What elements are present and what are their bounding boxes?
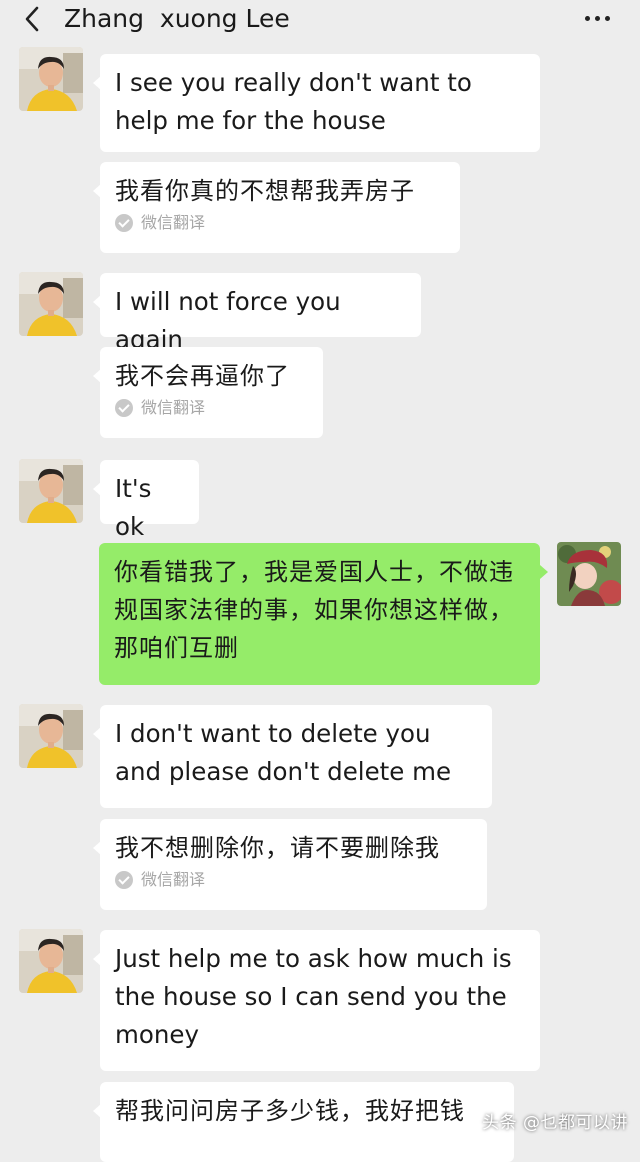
message-text: It's ok: [115, 474, 160, 541]
check-circle-icon: [115, 399, 133, 417]
message-bubble-incoming[interactable]: Just help me to ask how much is the hous…: [93, 930, 540, 1071]
message-bubble-incoming[interactable]: 我看你真的不想帮我弄房子 微信翻译: [93, 162, 460, 253]
message-bubble-incoming[interactable]: 我不会再逼你了 微信翻译: [93, 347, 323, 438]
translation-note: 微信翻译: [115, 212, 445, 234]
translation-label: 微信翻译: [141, 870, 206, 889]
contact-avatar[interactable]: [19, 47, 83, 111]
message-text: Just help me to ask how much is the hous…: [115, 944, 520, 1049]
chat-header: Zhang xuong Lee: [0, 0, 640, 40]
more-dots-icon[interactable]: [585, 16, 610, 21]
contact-avatar[interactable]: [19, 704, 83, 768]
contact-avatar[interactable]: [19, 272, 83, 336]
translation-label: 微信翻译: [141, 213, 206, 232]
message-text: I see you really don't want to help me f…: [115, 68, 480, 135]
message-text: 我不会再逼你了: [115, 362, 290, 390]
translation-note: 微信翻译: [115, 397, 308, 419]
message-text: I don't want to delete you and please do…: [115, 719, 452, 786]
message-text: 帮我问问房子多少钱，我好把钱: [115, 1097, 465, 1125]
message-text: 你看错我了，我是爱国人士，不做违规国家法律的事，如果你想这样做，那咱们互删: [114, 558, 514, 662]
message-bubble-incoming[interactable]: It's ok: [93, 460, 199, 541]
check-circle-icon: [115, 871, 133, 889]
message-bubble-incoming[interactable]: I see you really don't want to help me f…: [93, 54, 540, 152]
message-bubble-outgoing[interactable]: 你看错我了，我是爱国人士，不做违规国家法律的事，如果你想这样做，那咱们互删: [99, 543, 548, 685]
contact-avatar[interactable]: [19, 929, 83, 993]
translation-label: 微信翻译: [141, 398, 206, 417]
message-bubble-incoming[interactable]: I will not force you again: [93, 273, 421, 354]
chat-title: Zhang xuong Lee: [64, 4, 290, 33]
message-bubble-incoming[interactable]: 帮我问问房子多少钱，我好把钱: [93, 1082, 514, 1162]
my-avatar[interactable]: [557, 542, 621, 606]
translation-note: 微信翻译: [115, 869, 472, 891]
message-text: 我不想删除你，请不要删除我: [115, 834, 440, 862]
chevron-left-icon[interactable]: [18, 4, 48, 34]
check-circle-icon: [115, 214, 133, 232]
message-bubble-incoming[interactable]: 我不想删除你，请不要删除我 微信翻译: [93, 819, 487, 910]
message-text: 我看你真的不想帮我弄房子: [115, 177, 415, 205]
message-bubble-incoming[interactable]: I don't want to delete you and please do…: [93, 705, 492, 808]
contact-avatar[interactable]: [19, 459, 83, 523]
watermark-text: 头条 @乜都可以讲: [482, 1113, 628, 1133]
